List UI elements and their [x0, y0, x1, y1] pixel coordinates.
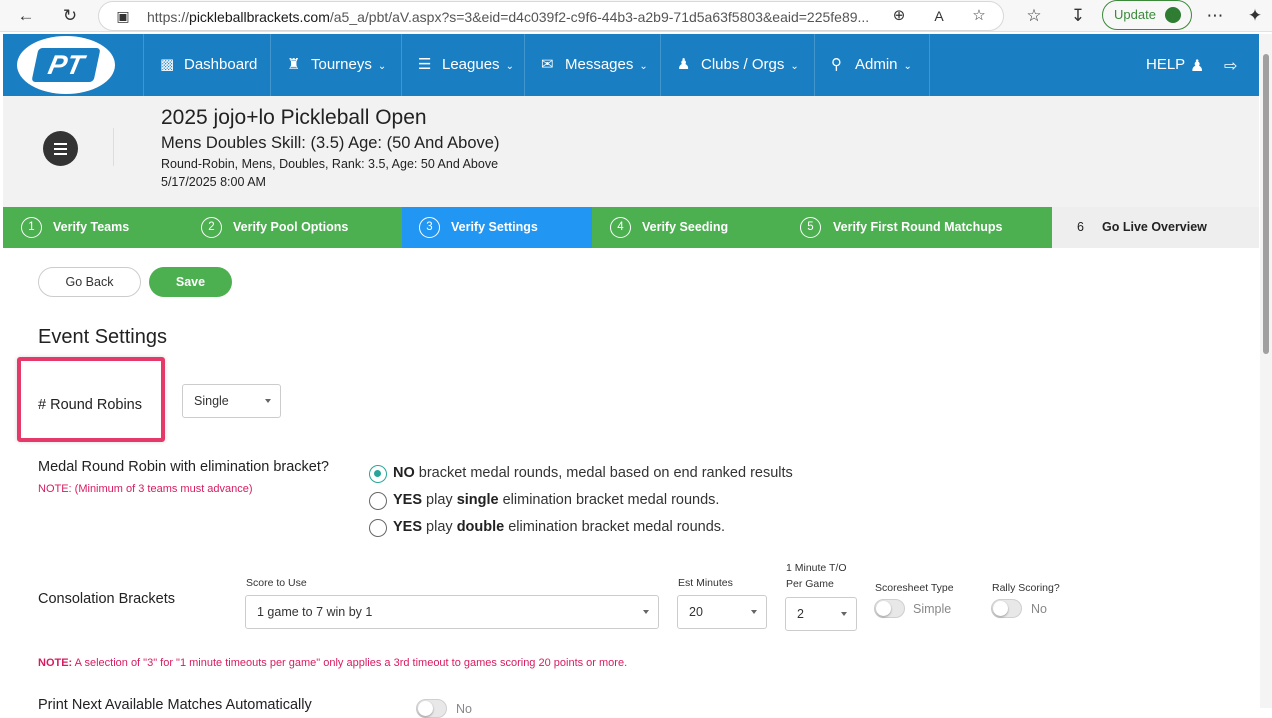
- read-aloud-icon[interactable]: A: [929, 6, 949, 26]
- round-robins-label: # Round Robins: [38, 397, 142, 413]
- lock-icon[interactable]: ▣: [113, 6, 133, 26]
- rally-scoring-label: Rally Scoring?: [992, 582, 1060, 594]
- chevron-down-icon: ⌄: [505, 61, 514, 72]
- nav-tourneys[interactable]: ♜ Tourneys ⌄: [270, 34, 401, 96]
- reload-icon[interactable]: ↻: [60, 6, 80, 26]
- round-robins-select[interactable]: Single: [182, 384, 281, 418]
- header-divider: [113, 128, 114, 166]
- medal-note: NOTE: (Minimum of 3 teams must advance): [38, 483, 253, 495]
- chevron-down-icon: ⌄: [790, 61, 799, 72]
- timeout-note: NOTE: A selection of "3" for "1 minute t…: [38, 657, 628, 669]
- step-go-live[interactable]: 6 Go Live Overview: [1052, 207, 1259, 248]
- wizard-steps: 1 Verify Teams 2 Verify Pool Options 3 V…: [3, 207, 1259, 248]
- caret-down-icon: [643, 610, 649, 614]
- help-link[interactable]: HELP: [1146, 34, 1185, 96]
- step-verify-first-round[interactable]: Verify First Round Matchups: [833, 207, 1002, 248]
- rally-scoring-toggle[interactable]: [991, 599, 1022, 618]
- browser-toolbar: ← ↻ ▣ https://pickleballbrackets.com/a5_…: [0, 0, 1272, 32]
- medal-question: Medal Round Robin with elimination brack…: [38, 459, 329, 475]
- more-menu-icon[interactable]: ⋯: [1205, 6, 1225, 26]
- event-meta: Round-Robin, Mens, Doubles, Rank: 3.5, A…: [161, 157, 499, 171]
- user-icon[interactable]: ♟: [1190, 56, 1204, 76]
- step-verify-pool-options[interactable]: Verify Pool Options: [233, 207, 348, 248]
- scrollbar-thumb[interactable]: [1263, 54, 1269, 354]
- print-matches-value: No: [456, 702, 472, 716]
- nav-leagues[interactable]: ☰ Leagues ⌄: [401, 34, 522, 96]
- page-scrollbar[interactable]: [1260, 34, 1272, 708]
- radio-unselected[interactable]: [369, 492, 387, 510]
- caret-down-icon: [265, 399, 271, 403]
- url-text: https://pickleballbrackets.com/a5_a/pbt/…: [147, 9, 870, 25]
- bar-chart-icon: ▩: [160, 56, 175, 73]
- radio-unselected[interactable]: [369, 519, 387, 537]
- back-arrow-icon[interactable]: ←: [16, 6, 36, 26]
- score-to-use-select[interactable]: 1 game to 7 win by 1: [245, 595, 659, 629]
- timeout-label: 1 Minute T/O Per Game: [786, 562, 847, 590]
- rally-scoring-value: No: [1031, 602, 1047, 616]
- chevron-down-icon: ⌄: [903, 61, 912, 72]
- radio-selected[interactable]: [369, 465, 387, 483]
- caret-down-icon: [841, 612, 847, 616]
- consolation-label: Consolation Brackets: [38, 591, 176, 607]
- step-verify-settings[interactable]: 3 Verify Settings: [402, 207, 592, 248]
- section-title: Event Settings: [38, 326, 167, 348]
- address-bar[interactable]: ▣ https://pickleballbrackets.com/a5_a/pb…: [98, 1, 1004, 31]
- hamburger-menu-icon[interactable]: [43, 131, 78, 166]
- print-matches-toggle[interactable]: [416, 699, 447, 718]
- favorite-star-icon[interactable]: ☆: [969, 6, 989, 26]
- trophy-icon: ♜: [287, 56, 301, 73]
- nav-messages[interactable]: ✉ Messages ⌄: [524, 34, 651, 96]
- copilot-icon[interactable]: ✦: [1245, 6, 1265, 26]
- update-badge-icon: [1165, 7, 1181, 23]
- save-button[interactable]: Save: [149, 267, 232, 297]
- zoom-icon[interactable]: ⊕: [889, 6, 909, 26]
- chevron-down-icon: ⌄: [639, 61, 648, 72]
- sliders-icon: ☰: [418, 56, 432, 73]
- score-to-use-label: Score to Use: [246, 577, 307, 589]
- scoresheet-label: Scoresheet Type: [875, 582, 954, 594]
- map-pin-icon: ⚲: [831, 56, 842, 73]
- go-back-button[interactable]: Go Back: [38, 267, 141, 297]
- scoresheet-toggle[interactable]: [874, 599, 905, 618]
- favorites-icon[interactable]: ☆: [1024, 6, 1044, 26]
- users-icon: ♟: [677, 56, 691, 73]
- nav-admin[interactable]: ⚲ Admin ⌄: [814, 34, 930, 96]
- inbox-icon: ✉: [541, 56, 554, 73]
- event-date: 5/17/2025 8:00 AM: [161, 175, 266, 189]
- event-division: Mens Doubles Skill: (3.5) Age: (50 And A…: [161, 134, 500, 152]
- event-header: 2025 jojo+lo Pickleball Open Mens Double…: [3, 96, 1259, 207]
- event-title: 2025 jojo+lo Pickleball Open: [161, 106, 427, 129]
- downloads-icon[interactable]: ↧: [1068, 6, 1088, 26]
- scoresheet-value: Simple: [913, 602, 952, 616]
- nav-dashboard[interactable]: ▩ Dashboard: [143, 34, 265, 96]
- est-minutes-select[interactable]: 20: [677, 595, 767, 629]
- est-minutes-label: Est Minutes: [678, 577, 733, 589]
- logo[interactable]: PT: [17, 36, 115, 94]
- timeout-select[interactable]: 2: [785, 597, 857, 631]
- print-matches-label: Print Next Available Matches Automatical…: [38, 697, 312, 713]
- main-navbar: PT ▩ Dashboard ♜ Tourneys ⌄ ☰ Leagues ⌄ ✉ Mess…: [3, 34, 1259, 96]
- step-verify-teams[interactable]: 1 Verify Teams 2 Verify Pool Options: [3, 207, 402, 248]
- update-button[interactable]: Update: [1102, 0, 1192, 30]
- step-verify-seeding[interactable]: 4 Verify Seeding 5 Verify First Round Ma…: [592, 207, 1052, 248]
- caret-down-icon: [751, 610, 757, 614]
- nav-clubs[interactable]: ♟ Clubs / Orgs ⌄: [660, 34, 814, 96]
- chevron-down-icon: ⌄: [377, 61, 387, 72]
- logout-icon[interactable]: ⇨: [1224, 56, 1237, 76]
